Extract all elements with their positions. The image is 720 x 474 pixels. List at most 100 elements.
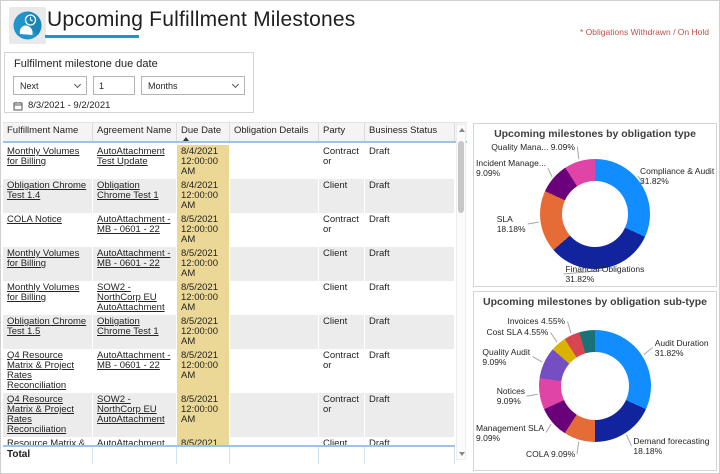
- obligation-subtype-chart-card: Upcoming milestones by obligation sub-ty…: [473, 291, 717, 471]
- column-header-fulfillment-name[interactable]: Fulfillment Name: [3, 123, 93, 141]
- sort-ascending-icon: [183, 137, 189, 141]
- party-cell: Client: [319, 247, 365, 281]
- fulfillment-link[interactable]: Q4 Resource Matrix & Project Rates Recon…: [7, 350, 74, 391]
- fulfillment-name-cell: Obligation Chrome Test 1.4: [3, 179, 93, 213]
- business-status-cell: Draft: [365, 393, 455, 437]
- total-label: Total: [3, 447, 93, 464]
- unit-value: Months: [148, 80, 178, 91]
- table-row[interactable]: Monthly Volumes for Billing AutoAttachmen…: [3, 247, 455, 281]
- business-status-cell: Draft: [365, 349, 455, 393]
- donut-chart[interactable]: [540, 159, 650, 269]
- chevron-down-icon: [231, 80, 240, 89]
- slice-label: COLA 9.09%: [526, 449, 576, 460]
- due-date-cell: 8/4/2021 12:00:00 AM: [177, 179, 230, 213]
- donut-hole: [561, 352, 629, 420]
- agreement-name-cell: AutoAttachment - MB - 0601 - 22: [93, 213, 177, 247]
- slice-label: Cost SLA 4.55%: [486, 327, 549, 338]
- fulfillment-link[interactable]: Obligation Chrome Test 1.4: [7, 180, 86, 201]
- business-status-cell: Draft: [365, 315, 455, 349]
- agreement-name-cell: AutoAttachment - MB - 0601 - 22: [93, 247, 177, 281]
- obligation-details-cell: [230, 393, 319, 437]
- page-title: Upcoming Fulfillment Milestones: [47, 8, 356, 31]
- party-cell: Contractor: [319, 393, 365, 437]
- agreement-link[interactable]: AutoAttachment - MB - 0601 - 22: [97, 214, 170, 235]
- agreement-link[interactable]: AutoAttachment Test Update: [97, 438, 165, 446]
- chart-title: Upcoming milestones by obligation sub-ty…: [482, 296, 708, 308]
- date-unit-dropdown[interactable]: Months: [141, 76, 245, 95]
- fulfillment-link[interactable]: Q4 Resource Matrix & Project Rates Recon…: [7, 394, 74, 435]
- fulfillment-link[interactable]: Monthly Volumes for Billing: [7, 146, 79, 167]
- obligation-details-cell: [230, 145, 319, 179]
- slice-label: Audit Duration 31.82%: [654, 337, 709, 358]
- agreement-name-cell: AutoAttachment - MB - 0601 - 22: [93, 349, 177, 393]
- obligation-details-cell: [230, 281, 319, 315]
- table-row[interactable]: Q4 Resource Matrix & Project Rates Recon…: [3, 393, 455, 437]
- party-cell: Contractor: [319, 213, 365, 247]
- column-header-due-date[interactable]: Due Date: [177, 123, 230, 141]
- chart-title: Upcoming milestones by obligation type: [494, 128, 696, 140]
- table-header: Fulfillment Name Agreement Name Due Date…: [3, 122, 467, 143]
- scrollbar-thumb[interactable]: [458, 141, 464, 213]
- due-date-cell: 8/5/202112:00:00 AM: [177, 393, 230, 437]
- party-cell: Client: [319, 179, 365, 213]
- agreement-name-cell: AutoAttachment Test Update: [93, 437, 177, 445]
- agreement-link[interactable]: AutoAttachment - MB - 0601 - 22: [97, 248, 170, 269]
- column-header-business-status[interactable]: Business Status: [365, 123, 455, 141]
- due-date-cell: 8/5/202112:00:00 AM: [177, 213, 230, 247]
- slice-label: Compliance & Audit 31.82%: [640, 166, 715, 187]
- fulfillment-link[interactable]: COLA Notice: [7, 214, 62, 225]
- table-row[interactable]: COLA Notice AutoAttachment - MB - 0601 - …: [3, 213, 455, 247]
- agreement-link[interactable]: Obligation Chrome Test 1: [97, 180, 159, 201]
- fulfillment-name-cell: Q4 Resource Matrix & Project Rates Recon…: [3, 349, 93, 393]
- agreement-link[interactable]: SOW2 - NorthCorp EU AutoAttachment: [97, 282, 165, 313]
- table-row[interactable]: Resource Matrix & Project Rates Reconcil…: [3, 437, 455, 445]
- table-row[interactable]: Monthly Volumes for Billing AutoAttachmen…: [3, 145, 455, 179]
- date-filter-card: Fulfilment milestone due date Next Month…: [4, 52, 254, 113]
- scroll-down-arrow-icon[interactable]: [459, 452, 465, 456]
- obligation-details-cell: [230, 179, 319, 213]
- fulfillment-link[interactable]: Obligation Chrome Test 1.5: [7, 316, 86, 337]
- operator-value: Next: [20, 80, 39, 91]
- agreement-link[interactable]: SOW2 - NorthCorp EU AutoAttachment: [97, 394, 165, 425]
- agreement-name-cell: SOW2 - NorthCorp EU AutoAttachment: [93, 393, 177, 437]
- table-row[interactable]: Obligation Chrome Test 1.4 Obligation Chr…: [3, 179, 455, 213]
- slice-label: Invoices 4.55%: [507, 316, 566, 327]
- obligation-details-cell: [230, 349, 319, 393]
- fulfillment-link[interactable]: Monthly Volumes for Billing: [7, 248, 79, 269]
- donut-chart[interactable]: [539, 330, 651, 442]
- due-date-cell: 8/5/202112:00:00 AM: [177, 281, 230, 315]
- table-row[interactable]: Monthly Volumes for Billing SOW2 - NorthC…: [3, 281, 455, 315]
- column-header-party[interactable]: Party: [319, 123, 365, 141]
- fulfillment-link[interactable]: Monthly Volumes for Billing: [7, 282, 79, 303]
- chevron-down-icon: [73, 80, 82, 89]
- agreement-link[interactable]: AutoAttachment Test Update: [97, 146, 165, 167]
- relative-date-operator-dropdown[interactable]: Next: [13, 76, 87, 95]
- fulfillment-name-cell: Q4 Resource Matrix & Project Rates Recon…: [3, 393, 93, 437]
- agreement-link[interactable]: Obligation Chrome Test 1: [97, 316, 159, 337]
- agreement-name-cell: SOW2 - NorthCorp EU AutoAttachment: [93, 281, 177, 315]
- column-header-obligation-details[interactable]: Obligation Details: [230, 123, 319, 141]
- business-status-cell: Draft: [365, 179, 455, 213]
- agreement-link[interactable]: AutoAttachment - MB - 0601 - 22: [97, 350, 170, 371]
- column-header-agreement-name[interactable]: Agreement Name: [93, 123, 177, 141]
- agreement-name-cell: Obligation Chrome Test 1: [93, 315, 177, 349]
- obligation-details-cell: [230, 315, 319, 349]
- obligation-details-cell: [230, 213, 319, 247]
- scroll-up-arrow-icon[interactable]: [459, 128, 465, 132]
- table-total-row: Total: [3, 445, 455, 464]
- obligation-details-cell: [230, 247, 319, 281]
- due-date-cell: 8/5/202112:00:00 AM: [177, 315, 230, 349]
- table-row[interactable]: Obligation Chrome Test 1.5 Obligation Chr…: [3, 315, 455, 349]
- donut-hole: [562, 181, 628, 247]
- fulfillment-link[interactable]: Resource Matrix & Project Rates Reconcil…: [7, 438, 85, 446]
- slice-label: Quality Mana... 9.09%: [491, 141, 575, 152]
- amount-input[interactable]: [93, 76, 135, 95]
- dashboard-canvas: Upcoming Fulfillment Milestones * Obliga…: [0, 0, 720, 474]
- business-status-cell: Draft: [365, 281, 455, 315]
- table-row[interactable]: Q4 Resource Matrix & Project Rates Recon…: [3, 349, 455, 393]
- business-status-cell: Draft: [365, 213, 455, 247]
- slice-label: Quality Audit 9.09%: [482, 346, 531, 367]
- calendar-icon: [13, 101, 23, 110]
- table-scrollbar[interactable]: [456, 124, 466, 460]
- agreement-name-cell: AutoAttachment Test Update: [93, 145, 177, 179]
